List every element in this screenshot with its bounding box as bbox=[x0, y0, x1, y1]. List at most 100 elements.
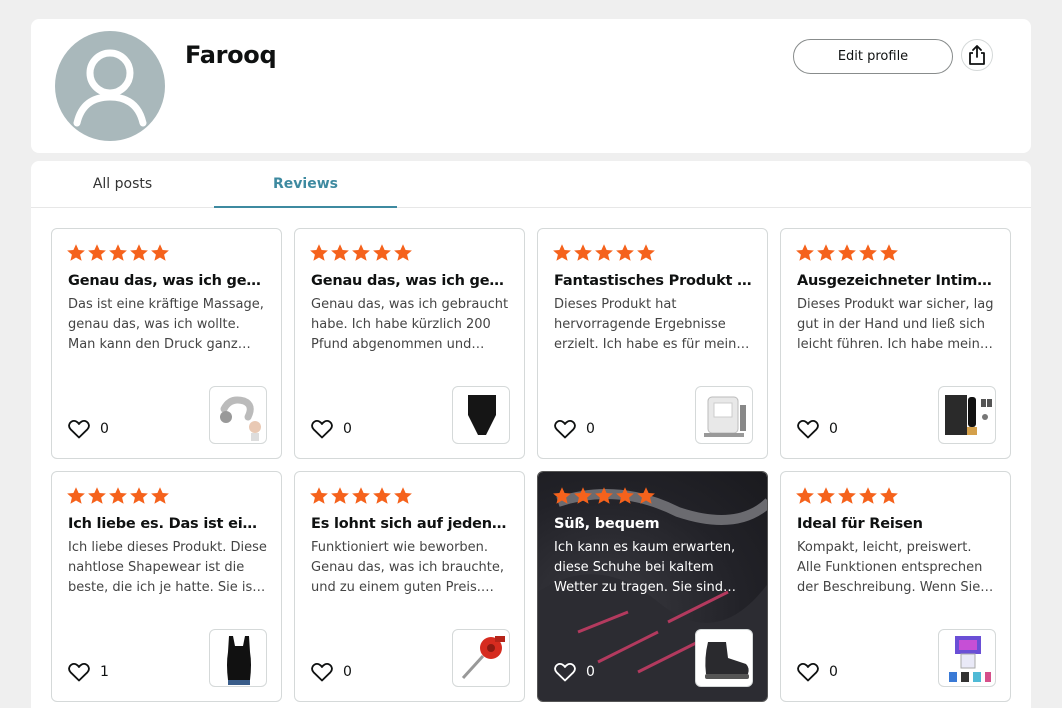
like-count: 0 bbox=[586, 664, 595, 680]
neck-massager-image[interactable] bbox=[209, 386, 267, 444]
boot-image[interactable] bbox=[695, 629, 753, 687]
like-button[interactable]: 0 bbox=[797, 419, 838, 439]
star-icon bbox=[859, 244, 877, 261]
star-icon bbox=[838, 244, 856, 261]
star-icon bbox=[310, 487, 328, 504]
like-count: 0 bbox=[343, 421, 352, 437]
heart-icon bbox=[554, 662, 576, 682]
review-text: Dieses Produkt hat hervorragende Ergebni… bbox=[554, 297, 745, 352]
profile-name: Farooq bbox=[185, 41, 277, 69]
kitchen-appliance-image[interactable] bbox=[695, 386, 753, 444]
review-title[interactable]: Fantastisches Produkt für die Küche bbox=[554, 273, 753, 289]
like-count: 0 bbox=[100, 421, 109, 437]
star-icon bbox=[595, 244, 613, 261]
star-icon bbox=[88, 244, 106, 261]
like-button[interactable]: 0 bbox=[311, 662, 352, 682]
tab-all-posts[interactable]: All posts bbox=[31, 161, 214, 207]
user-silhouette-icon bbox=[73, 49, 147, 127]
star-icon bbox=[817, 244, 835, 261]
travel-set-image[interactable] bbox=[938, 629, 996, 687]
star-icon bbox=[394, 487, 412, 504]
star-icon bbox=[553, 244, 571, 261]
star-icon bbox=[817, 487, 835, 504]
like-count: 0 bbox=[829, 664, 838, 680]
review-text: Ich liebe dieses Produkt. Diese nahtlose… bbox=[68, 540, 267, 595]
star-icon bbox=[859, 487, 877, 504]
heart-icon bbox=[68, 662, 90, 682]
star-rating bbox=[795, 486, 899, 508]
review-card[interactable]: Ich liebe es. Das ist eine tolle Wahl Ic… bbox=[51, 471, 282, 702]
star-icon bbox=[394, 244, 412, 261]
review-text: Funktioniert wie beworben. Genau das, wa… bbox=[311, 540, 504, 595]
star-rating bbox=[552, 486, 656, 508]
star-icon bbox=[130, 244, 148, 261]
star-icon bbox=[373, 487, 391, 504]
star-icon bbox=[130, 487, 148, 504]
star-icon bbox=[553, 487, 571, 504]
review-text: Dieses Produkt war sicher, lag gut in de… bbox=[797, 297, 994, 352]
star-icon bbox=[352, 487, 370, 504]
like-count: 0 bbox=[586, 421, 595, 437]
star-icon bbox=[880, 244, 898, 261]
like-button[interactable]: 0 bbox=[554, 662, 595, 682]
like-count: 0 bbox=[343, 664, 352, 680]
avatar[interactable] bbox=[55, 31, 165, 141]
share-button[interactable] bbox=[961, 39, 993, 71]
heart-icon bbox=[311, 419, 333, 439]
review-card[interactable]: Ideal für Reisen Kompakt, leicht, preisw… bbox=[780, 471, 1011, 702]
like-button[interactable]: 1 bbox=[68, 662, 109, 682]
star-icon bbox=[373, 244, 391, 261]
drain-snake-image[interactable] bbox=[452, 629, 510, 687]
review-card[interactable]: Genau das, was ich gebraucht habe Das is… bbox=[51, 228, 282, 459]
tank-top-image[interactable] bbox=[209, 629, 267, 687]
star-icon bbox=[574, 244, 592, 261]
like-button[interactable]: 0 bbox=[797, 662, 838, 682]
like-button[interactable]: 0 bbox=[554, 419, 595, 439]
review-title[interactable]: Es lohnt sich auf jeden Fall bbox=[311, 516, 510, 532]
review-text: Das ist eine kräftige Massage, genau das… bbox=[68, 297, 264, 352]
edit-profile-button[interactable]: Edit profile bbox=[793, 39, 953, 74]
star-icon bbox=[574, 487, 592, 504]
review-title[interactable]: Ideal für Reisen bbox=[797, 516, 996, 532]
star-icon bbox=[67, 487, 85, 504]
review-card[interactable]: Genau das, was ich gebraucht habe Genau … bbox=[294, 228, 525, 459]
heart-icon bbox=[68, 419, 90, 439]
review-title[interactable]: Ausgezeichneter Intimpflege-Trimmer bbox=[797, 273, 996, 289]
star-icon bbox=[637, 487, 655, 504]
star-icon bbox=[796, 487, 814, 504]
review-title[interactable]: Genau das, was ich gebraucht habe bbox=[311, 273, 510, 289]
review-card[interactable]: Süß, bequem Ich kann es kaum erwarten, d… bbox=[537, 471, 768, 702]
heart-icon bbox=[797, 662, 819, 682]
star-icon bbox=[796, 244, 814, 261]
review-title[interactable]: Süß, bequem bbox=[554, 516, 753, 532]
review-card[interactable]: Fantastisches Produkt für die Küche Dies… bbox=[537, 228, 768, 459]
star-icon bbox=[838, 487, 856, 504]
like-button[interactable]: 0 bbox=[68, 419, 109, 439]
review-text: Kompakt, leicht, preiswert. Alle Funktio… bbox=[797, 540, 983, 595]
review-title[interactable]: Genau das, was ich gebraucht habe bbox=[68, 273, 267, 289]
tab-reviews[interactable]: Reviews bbox=[214, 161, 397, 208]
star-icon bbox=[637, 244, 655, 261]
star-rating bbox=[66, 486, 170, 508]
review-title[interactable]: Ich liebe es. Das ist eine tolle Wahl bbox=[68, 516, 267, 532]
star-rating bbox=[66, 243, 170, 265]
heart-icon bbox=[554, 419, 576, 439]
review-card[interactable]: Ausgezeichneter Intimpflege-Trimmer Dies… bbox=[780, 228, 1011, 459]
star-rating bbox=[309, 243, 413, 265]
star-icon bbox=[331, 244, 349, 261]
star-icon bbox=[151, 244, 169, 261]
review-text: Genau das, was ich gebraucht habe. Ich h… bbox=[311, 297, 509, 352]
like-count: 1 bbox=[100, 664, 109, 680]
star-icon bbox=[880, 487, 898, 504]
heart-icon bbox=[797, 419, 819, 439]
star-icon bbox=[331, 487, 349, 504]
review-card[interactable]: Es lohnt sich auf jeden Fall Funktionier… bbox=[294, 471, 525, 702]
shapewear-briefs-image[interactable] bbox=[452, 386, 510, 444]
like-button[interactable]: 0 bbox=[311, 419, 352, 439]
star-icon bbox=[310, 244, 328, 261]
profile-header: Farooq Edit profile bbox=[31, 19, 1031, 153]
profile-tabs: All posts Reviews bbox=[31, 161, 1031, 208]
star-icon bbox=[67, 244, 85, 261]
trimmer-image[interactable] bbox=[938, 386, 996, 444]
star-icon bbox=[151, 487, 169, 504]
